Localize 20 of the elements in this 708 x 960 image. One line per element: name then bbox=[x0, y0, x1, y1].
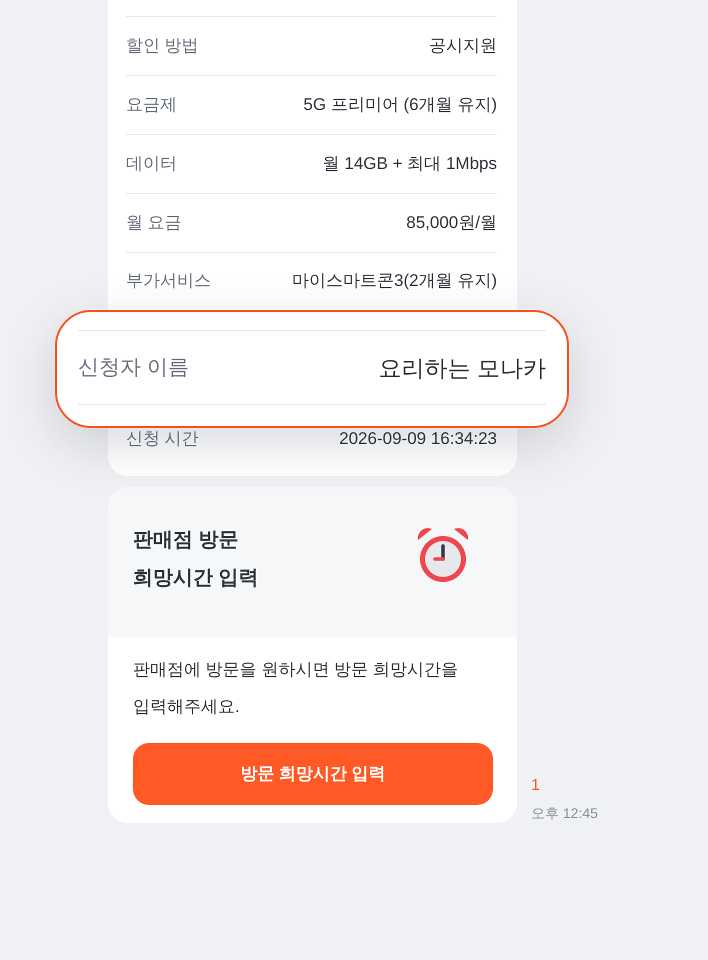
unread-count: 1 bbox=[531, 776, 541, 796]
visit-description: 판매점에 방문을 원하시면 방문 희망시간을 입력해주세요. bbox=[133, 659, 459, 718]
row-value: 공시지원 bbox=[429, 35, 497, 57]
visit-time-button[interactable]: 방문 희망시간 입력 bbox=[133, 743, 493, 805]
row-value: 2026-09-09 16:34:23 bbox=[339, 429, 497, 449]
row-label: 데이터 bbox=[126, 153, 177, 175]
highlight-value: 요리하는 모나카 bbox=[378, 354, 546, 382]
row-label: 할인 방법 bbox=[126, 35, 199, 57]
visit-title: 판매점 방문 희망시간 입력 bbox=[133, 528, 259, 591]
row-label: 신청 시간 bbox=[126, 429, 199, 449]
row-value: 85,000원/월 bbox=[406, 212, 497, 234]
row-value: 월 14GB + 최대 1Mbps bbox=[322, 153, 497, 175]
row-value: 5G 프리미어 (6개월 유지) bbox=[303, 94, 497, 116]
alarm-clock-icon bbox=[416, 527, 470, 583]
highlight-label: 신청자 이름 bbox=[78, 354, 189, 380]
message-time: 오후 12:45 bbox=[531, 804, 598, 823]
row-label: 요금제 bbox=[126, 94, 177, 116]
row-label: 월 요금 bbox=[126, 212, 182, 234]
row-label: 부가서비스 bbox=[126, 270, 211, 292]
row-value: 마이스마트콘3(2개월 유지) bbox=[292, 270, 497, 292]
